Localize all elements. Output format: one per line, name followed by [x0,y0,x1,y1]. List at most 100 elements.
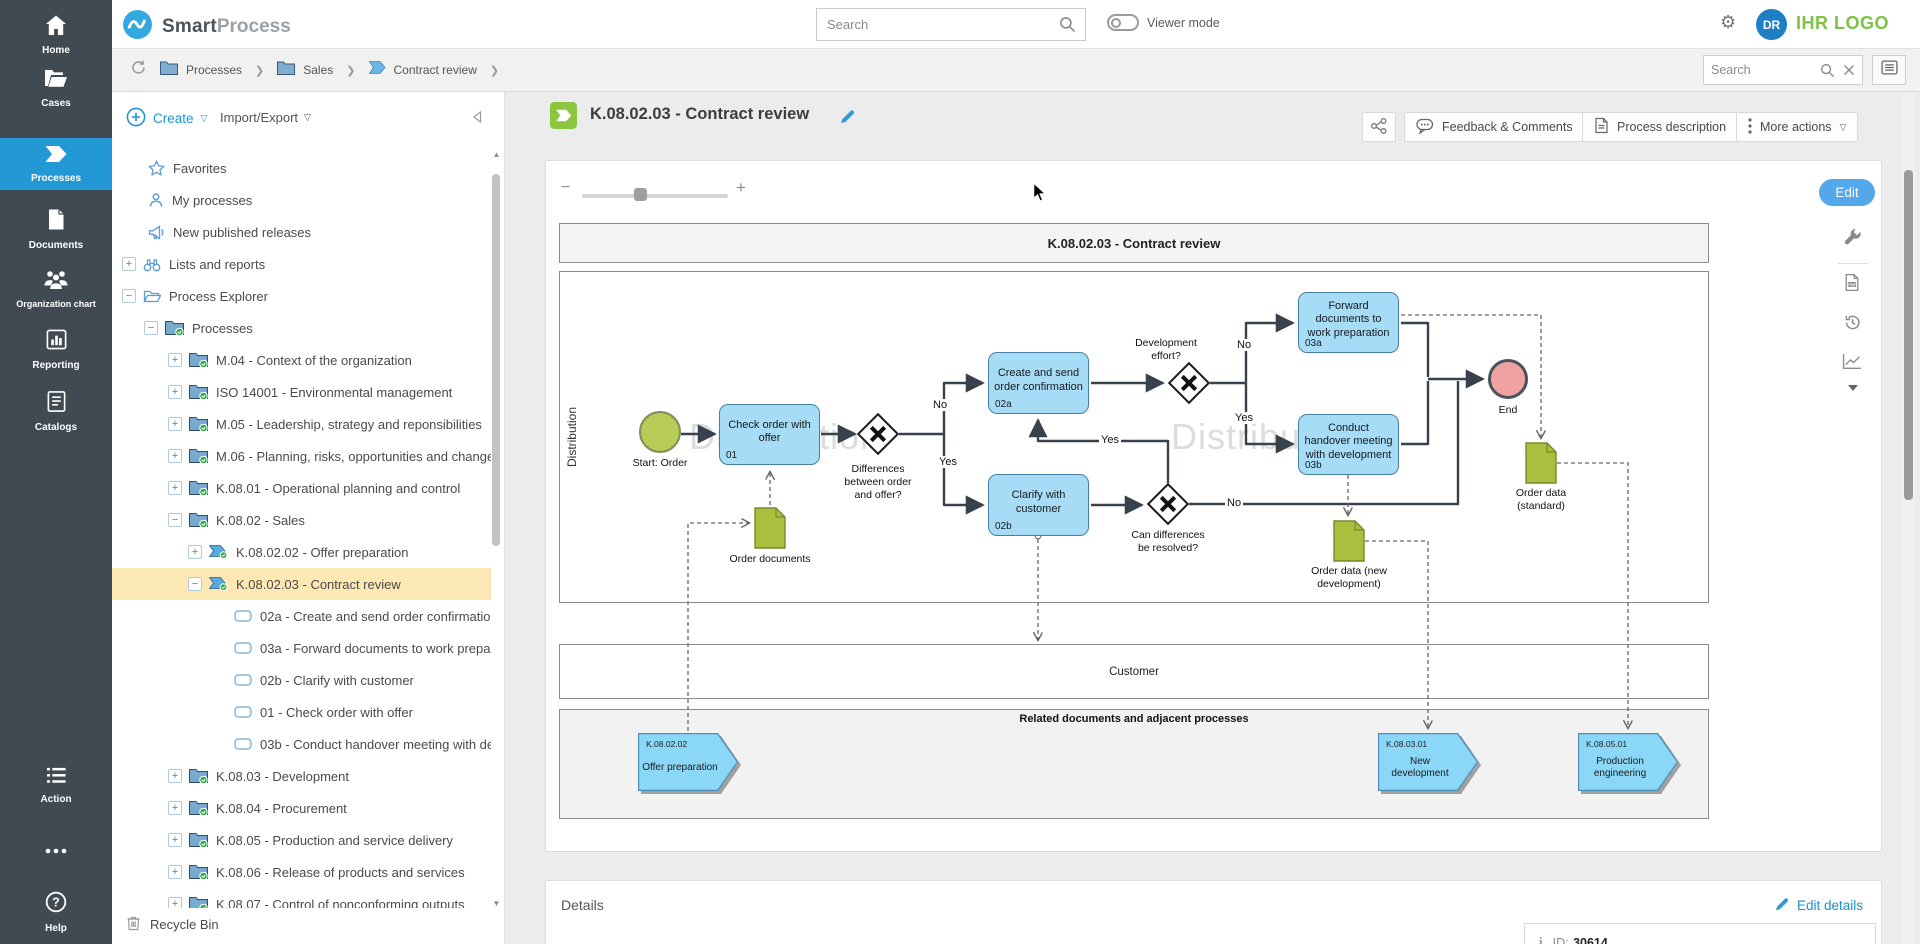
tree-item-k0807[interactable]: + K.08.07 - Control of nonconforming outp… [112,888,491,908]
task-clarify-with-customer[interactable]: Clarify with customer 02b [988,474,1089,536]
scrollbar-thumb[interactable] [1904,170,1913,500]
expand-plus-icon[interactable]: + [168,897,182,908]
expand-plus-icon[interactable]: + [168,833,182,847]
sidebar-item-help[interactable]: ? Help [0,884,112,940]
collapse-minus-icon[interactable]: − [188,577,202,591]
history-icon[interactable] [1843,313,1862,337]
tree-item-iso14001[interactable]: + ISO 14001 - Environmental management [112,376,491,408]
process-description-button[interactable]: Process description [1582,112,1739,142]
document-order-data-standard[interactable] [1525,442,1557,487]
tree-item-m06[interactable]: + M.06 - Planning, risks, opportunities a… [112,440,491,472]
task-check-order[interactable]: Check order with offer 01 [719,404,820,465]
sidebar-item-more[interactable] [0,836,112,866]
chevron-down-icon[interactable] [1847,379,1859,397]
task-conduct-handover[interactable]: Conduct handover meeting with developmen… [1298,414,1399,475]
sidebar-item-catalogs[interactable]: Catalogs [0,384,112,439]
list-view-button[interactable] [1872,55,1906,85]
zoom-slider-handle[interactable] [634,188,647,201]
expand-plus-icon[interactable]: + [168,385,182,399]
end-event[interactable] [1488,359,1528,399]
wrench-icon[interactable] [1843,227,1862,251]
tree-item-k080202[interactable]: + K.08.02.02 - Offer preparation [112,536,491,568]
breadcrumb-item-sales[interactable]: Sales [277,61,333,80]
expand-plus-icon[interactable]: + [168,353,182,367]
expand-plus-icon[interactable]: + [168,801,182,815]
app-logo[interactable]: SmartProcess [122,9,291,45]
tree-item-k0803[interactable]: + K.08.03 - Development [112,760,491,792]
tree-item-k080203-selected[interactable]: − K.08.02.03 - Contract review [112,568,491,600]
zoom-out-icon[interactable]: − [561,179,570,197]
tree-item-lists-and-reports[interactable]: + Lists and reports [112,248,491,280]
zoom-slider-track[interactable] [582,194,728,198]
tree-item-02b[interactable]: 02b - Clarify with customer [112,664,491,696]
search-icon[interactable] [1059,16,1076,33]
scroll-up-icon[interactable]: ▲ [491,150,502,159]
page-scrollbar[interactable] [1902,92,1915,944]
clear-icon[interactable] [1843,64,1855,76]
refresh-icon[interactable] [130,59,147,81]
collapse-minus-icon[interactable]: − [168,513,182,527]
document-order-documents[interactable] [754,507,786,552]
start-event[interactable] [639,411,681,453]
global-search-input[interactable] [817,17,1059,32]
tree-item-k0804[interactable]: + K.08.04 - Procurement [112,792,491,824]
edit-button[interactable]: Edit [1819,179,1875,206]
collapse-minus-icon[interactable]: − [122,289,136,303]
expand-plus-icon[interactable]: + [122,257,136,271]
expand-plus-icon[interactable]: + [168,481,182,495]
feedback-comments-button[interactable]: Feedback & Comments [1404,112,1585,142]
toggle-icon[interactable] [1107,14,1139,31]
tree-item-m04[interactable]: + M.04 - Context of the organization [112,344,491,376]
expand-plus-icon[interactable]: + [188,545,202,559]
tree-item-03a[interactable]: 03a - Forward documents to work preparat… [112,632,491,664]
edit-details-button[interactable]: Edit details [1774,896,1863,915]
viewer-mode-toggle[interactable]: Viewer mode [1107,14,1220,31]
search-icon[interactable] [1820,63,1835,78]
sidebar-item-action[interactable]: Action [0,760,112,811]
chart-icon[interactable] [1842,353,1862,375]
tree-item-k0805[interactable]: + K.08.05 - Production and service delive… [112,824,491,856]
pencil-icon[interactable] [839,108,856,130]
expand-plus-icon[interactable]: + [168,449,182,463]
related-process-new-development[interactable]: K.08.03.01 New development [1378,733,1481,794]
expand-plus-icon[interactable]: + [168,865,182,879]
pdf-export-icon[interactable]: PDF [1844,273,1860,297]
tree-search-input[interactable] [1711,63,1820,77]
related-process-production-engineering[interactable]: K.08.05.01 Production engineering [1578,733,1681,794]
more-actions-button[interactable]: More actions ▽ [1736,112,1859,142]
tree-item-m05[interactable]: + M.05 - Leadership, strategy and reponsi… [112,408,491,440]
breadcrumb-item-processes[interactable]: Processes [160,61,242,80]
recycle-bin[interactable]: Recycle Bin [126,915,219,934]
collapse-minus-icon[interactable]: − [144,321,158,335]
expand-plus-icon[interactable]: + [168,769,182,783]
scrollbar-thumb[interactable] [492,174,500,546]
t ree-item-k0801[interactable]: + K.08.01 - Operational planning and cont… [112,472,491,504]
task-create-order-confirmation[interactable]: Create and send order confirmation 02a [988,352,1089,414]
task-forward-documents[interactable]: Forward documents to work preparation 03a [1298,292,1399,353]
tree-item-favorites[interactable]: Favorites [112,152,491,184]
sidebar-item-reporting[interactable]: Reporting [0,322,112,377]
tree-item-01[interactable]: 01 - Check order with offer [112,696,491,728]
sidebar-item-processes[interactable]: Processes [0,138,112,190]
sidebar-item-cases[interactable]: Cases [0,62,112,115]
document-order-data-new[interactable] [1333,520,1365,565]
sidebar-item-documents[interactable]: Documents [0,202,112,257]
share-button[interactable] [1362,112,1396,142]
zoom-in-icon[interactable]: + [736,178,746,198]
gear-icon[interactable]: ⚙ [1720,13,1736,31]
tree-item-new-published-releases[interactable]: New published releases [112,216,491,248]
tree-item-02a[interactable]: 02a - Create and send order confirmation [112,600,491,632]
tree-item-k0806[interactable]: + K.08.06 - Release of products and servi… [112,856,491,888]
avatar[interactable]: DR [1756,9,1787,40]
scroll-down-icon[interactable]: ▼ [491,899,502,908]
tree-item-03b[interactable]: 03b - Conduct handover meeting with deve… [112,728,491,760]
tree-item-my-processes[interactable]: My processes [112,184,491,216]
tree-item-k0802[interactable]: − K.08.02 - Sales [112,504,491,536]
tree-scrollbar[interactable]: ▲ ▼ [491,150,502,908]
related-process-offer-preparation[interactable]: K.08.02.02 Offer preparation [638,733,741,794]
tree-item-process-explorer[interactable]: − Process Explorer [112,280,491,312]
tree-item-processes-root[interactable]: − Processes [112,312,491,344]
expand-plus-icon[interactable]: + [168,417,182,431]
sidebar-item-home[interactable]: Home [0,8,112,62]
breadcrumb-item-contract-review[interactable]: Contract review [368,61,477,79]
